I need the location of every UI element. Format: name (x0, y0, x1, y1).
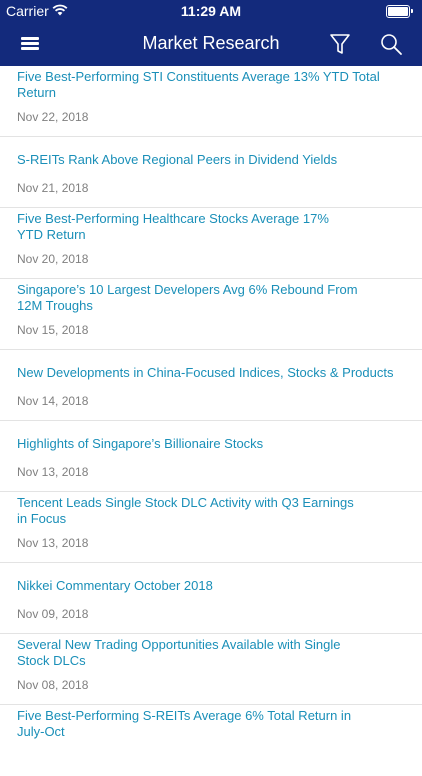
list-item[interactable]: Several New Trading Opportunities Availa… (0, 634, 422, 705)
article-date: Nov 13, 2018 (17, 536, 89, 550)
article-title[interactable]: Tencent Leads Single Stock DLC Activity … (17, 495, 362, 527)
article-title[interactable]: S-REITs Rank Above Regional Peers in Div… (17, 152, 397, 168)
article-title[interactable]: Several New Trading Opportunities Availa… (17, 637, 347, 669)
filter-button[interactable] (326, 30, 354, 58)
article-date: Nov 15, 2018 (17, 323, 89, 337)
filter-icon (330, 34, 350, 54)
search-button[interactable] (377, 30, 405, 58)
article-date: Nov 08, 2018 (17, 678, 89, 692)
article-date: Nov 13, 2018 (17, 465, 89, 479)
article-date: Nov 21, 2018 (17, 181, 89, 195)
list-item[interactable]: Five Best-Performing Healthcare Stocks A… (0, 208, 422, 279)
article-list: Five Best-Performing STI Constituents Av… (0, 66, 422, 776)
list-item[interactable]: New Developments in China-Focused Indice… (0, 350, 422, 421)
list-item[interactable]: Singapore’s 10 Largest Developers Avg 6%… (0, 279, 422, 350)
article-title[interactable]: Singapore’s 10 Largest Developers Avg 6%… (17, 282, 362, 314)
article-title[interactable]: Five Best-Performing Healthcare Stocks A… (17, 211, 337, 243)
page-title: Market Research (142, 33, 280, 53)
menu-button[interactable] (12, 30, 48, 58)
list-item[interactable]: Five Best-Performing S-REITs Average 6% … (0, 705, 422, 776)
list-item[interactable]: Tencent Leads Single Stock DLC Activity … (0, 492, 422, 563)
article-title[interactable]: Nikkei Commentary October 2018 (17, 578, 397, 594)
article-title[interactable]: Highlights of Singapore’s Billionaire St… (17, 436, 397, 452)
menu-icon (21, 37, 39, 51)
article-date: Nov 09, 2018 (17, 607, 89, 621)
list-item[interactable]: Nikkei Commentary October 2018 Nov 09, 2… (0, 563, 422, 634)
article-title[interactable]: Five Best-Performing S-REITs Average 6% … (17, 708, 362, 740)
article-date: Nov 20, 2018 (17, 252, 89, 266)
list-item[interactable]: S-REITs Rank Above Regional Peers in Div… (0, 137, 422, 208)
app-header: Carrier 11:29 AM Market Research (0, 0, 422, 66)
article-title[interactable]: New Developments in China-Focused Indice… (17, 365, 397, 381)
list-item[interactable]: Highlights of Singapore’s Billionaire St… (0, 421, 422, 492)
clock: 11:29 AM (180, 3, 242, 19)
article-date: Nov 22, 2018 (17, 110, 89, 124)
article-title[interactable]: Five Best-Performing STI Constituents Av… (17, 69, 397, 101)
list-item[interactable]: Five Best-Performing STI Constituents Av… (0, 66, 422, 137)
navigation-bar: Market Research (0, 22, 422, 66)
status-bar: Carrier 11:29 AM (0, 0, 422, 22)
battery-icon (386, 5, 413, 18)
article-date: Nov 14, 2018 (17, 394, 89, 408)
search-icon (381, 34, 402, 55)
